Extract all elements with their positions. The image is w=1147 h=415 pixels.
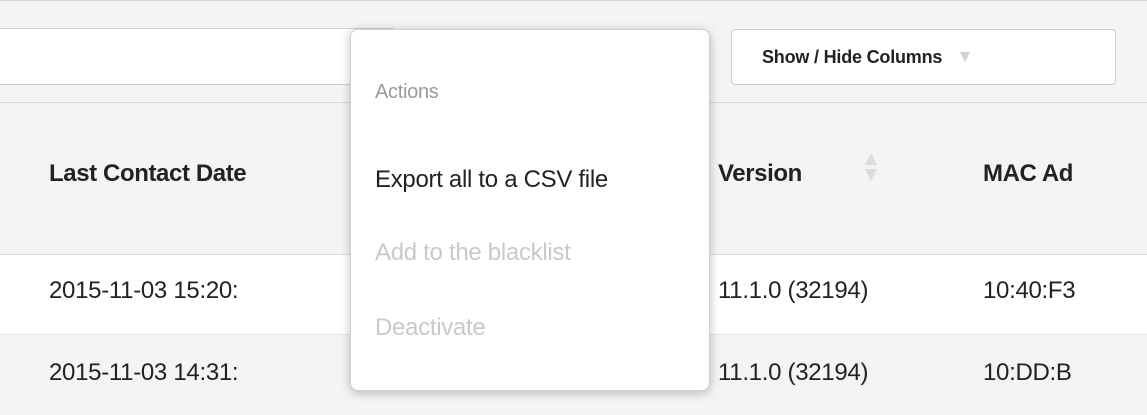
column-header-last-contact-date[interactable]: Last Contact Date: [49, 160, 247, 188]
actions-menu: Actions Export all to a CSV file Add to …: [350, 29, 710, 391]
cell-mac-address: 10:DD:B: [983, 359, 1072, 386]
column-header-mac-address[interactable]: MAC Ad: [983, 160, 1073, 188]
menu-item-export-csv[interactable]: Export all to a CSV file: [375, 166, 608, 194]
cell-version: 11.1.0 (32194): [718, 277, 869, 304]
cell-last-contact-date: 2015-11-03 15:20:: [49, 277, 239, 304]
cell-version: 11.1.0 (32194): [718, 359, 869, 386]
column-header-version[interactable]: Version: [718, 160, 802, 188]
sort-descending-icon: [865, 169, 877, 181]
sort-icon[interactable]: [865, 153, 877, 187]
show-hide-columns-button[interactable]: Show / Hide Columns: [731, 29, 1116, 85]
menu-item-add-to-blacklist[interactable]: Add to the blacklist: [375, 239, 571, 267]
search-input[interactable]: [0, 28, 396, 85]
sort-ascending-icon: [865, 153, 877, 165]
actions-menu-title: Actions: [375, 81, 439, 103]
chevron-down-icon: [960, 52, 971, 62]
menu-item-deactivate[interactable]: Deactivate: [375, 314, 486, 342]
cell-last-contact-date: 2015-11-03 14:31:: [49, 359, 239, 386]
show-hide-columns-label: Show / Hide Columns: [762, 46, 943, 67]
cell-mac-address: 10:40:F3: [983, 277, 1076, 304]
